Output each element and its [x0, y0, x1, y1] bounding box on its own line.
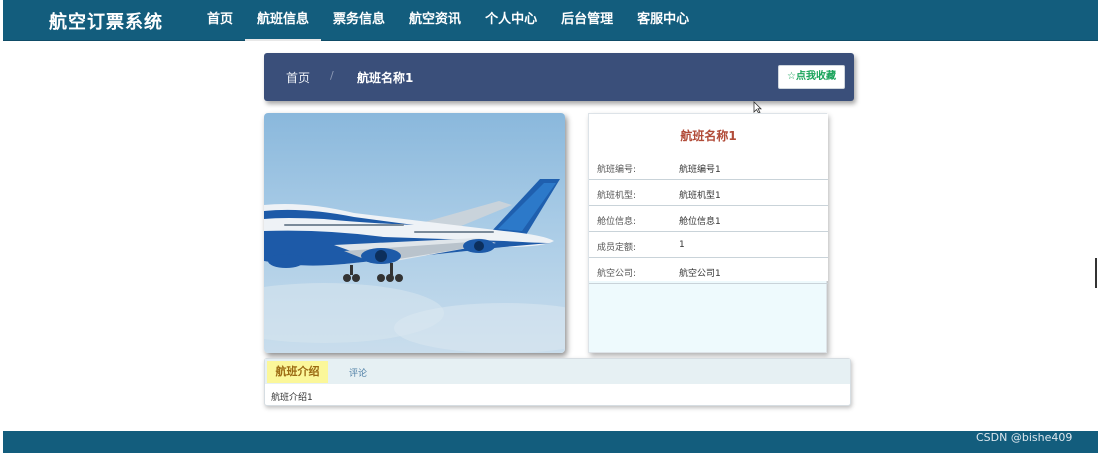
info-row: 航班机型: 航班机型1	[589, 180, 828, 206]
info-row: 航班编号: 航班编号1	[589, 154, 828, 180]
info-key-number: 航班编号:	[597, 165, 637, 175]
top-navbar: 航空订票系统 首页 航班信息 票务信息 航空资讯 个人中心 后台管理 客服中心	[3, 0, 1098, 41]
flight-title: 航班名称1	[680, 129, 737, 143]
nav-item-admin[interactable]: 后台管理	[549, 0, 625, 41]
info-value-cabin: 舱位信息1	[679, 217, 721, 227]
page-footer	[3, 431, 1098, 453]
info-value-model: 航班机型1	[679, 191, 721, 201]
breadcrumb-home-link[interactable]: 首页	[286, 69, 310, 86]
tab-strip: 航班介绍 评论	[265, 359, 850, 384]
breadcrumb: 首页 / 航班名称1 ☆点我收藏	[264, 53, 854, 101]
nav-item-support[interactable]: 客服中心	[625, 0, 701, 41]
nav-item-news[interactable]: 航空资讯	[397, 0, 473, 41]
info-row: 成员定额: 1	[589, 232, 828, 258]
main-nav: 首页 航班信息 票务信息 航空资讯 个人中心 后台管理 客服中心	[195, 0, 701, 41]
flight-detail-page: 航空订票系统 首页 航班信息 票务信息 航空资讯 个人中心 后台管理 客服中心 …	[0, 0, 1101, 453]
nav-item-home[interactable]: 首页	[195, 0, 245, 41]
tab-comments[interactable]: 评论	[349, 366, 367, 379]
info-key-airline: 航空公司:	[597, 269, 637, 279]
info-value-number: 航班编号1	[679, 165, 721, 175]
info-row: 航空公司: 航空公司1	[589, 258, 828, 284]
info-key-quota: 成员定额:	[597, 243, 637, 253]
info-value-quota: 1	[679, 240, 685, 250]
flight-info-card: 航班名称1 航班编号: 航班编号1 航班机型: 航班机型1 舱位信息: 舱位信息…	[588, 113, 828, 353]
nav-item-flights[interactable]: 航班信息	[245, 0, 322, 41]
scrollbar-edge	[1095, 258, 1097, 288]
info-row: 舱位信息: 舱位信息1	[589, 206, 828, 232]
nav-item-tickets[interactable]: 票务信息	[321, 0, 397, 41]
tab-flight-intro[interactable]: 航班介绍	[267, 361, 328, 383]
favorite-button[interactable]: ☆点我收藏	[778, 65, 845, 89]
flight-photo	[264, 113, 565, 353]
airplane-image	[264, 179, 565, 353]
breadcrumb-current: 航班名称1	[357, 71, 414, 85]
watermark: CSDN @bishe409	[976, 431, 1073, 444]
breadcrumb-separator: /	[330, 69, 334, 82]
detail-tabs: 航班介绍 评论 航班介绍1	[264, 358, 851, 406]
info-key-cabin: 舱位信息:	[597, 217, 637, 227]
nav-item-profile[interactable]: 个人中心	[473, 0, 549, 41]
tab-content-intro: 航班介绍1	[271, 393, 313, 403]
info-key-model: 航班机型:	[597, 191, 637, 201]
info-value-airline: 航空公司1	[679, 269, 721, 279]
site-brand[interactable]: 航空订票系统	[49, 8, 163, 34]
